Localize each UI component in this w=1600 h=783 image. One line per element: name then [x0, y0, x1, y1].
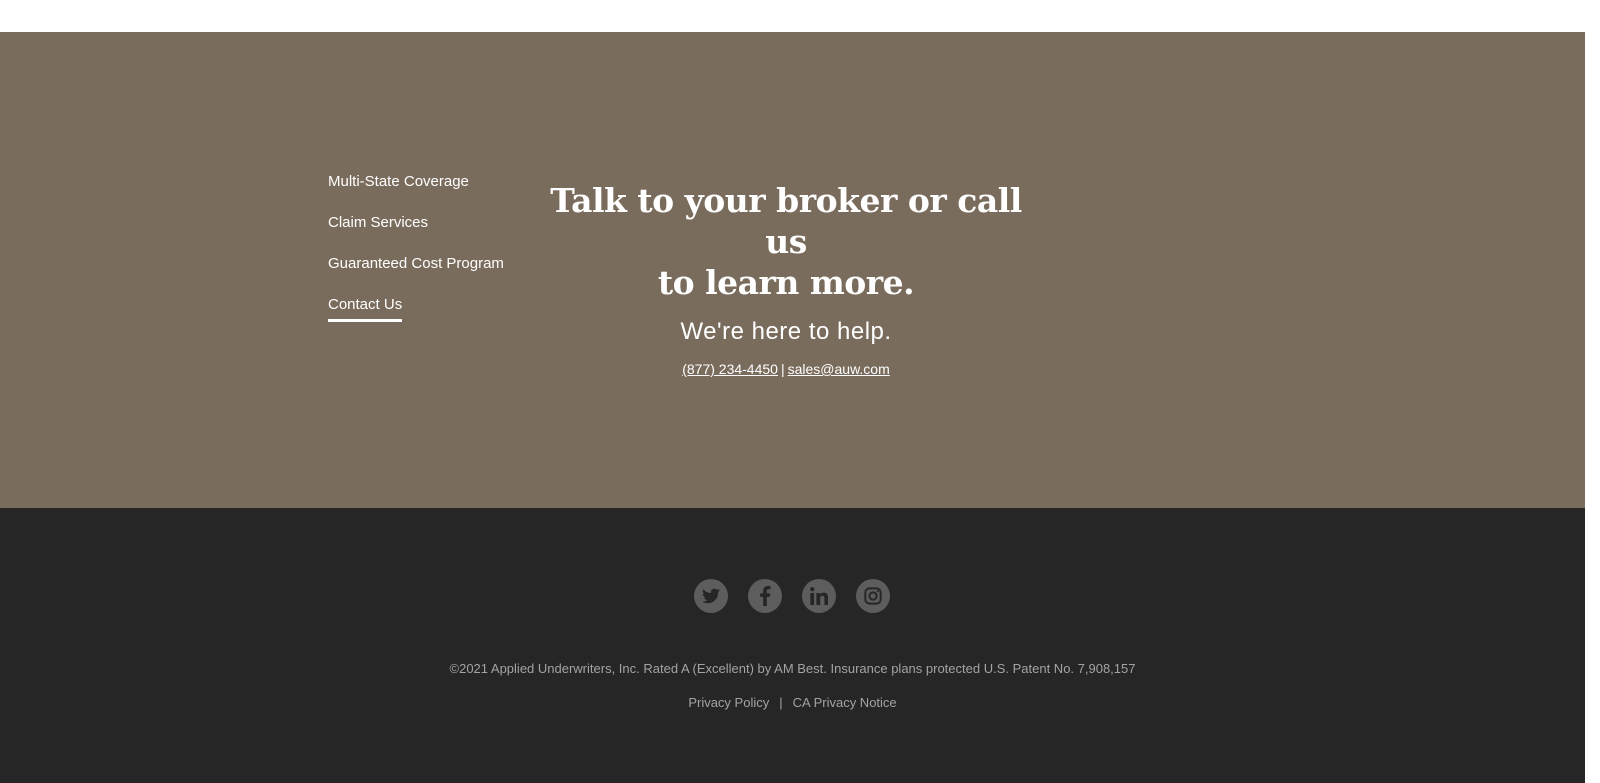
contact-separator: |	[780, 361, 785, 377]
privacy-policy-link[interactable]: Privacy Policy	[688, 695, 769, 710]
footer-nav: Multi-State Coverage Claim Services Guar…	[328, 170, 504, 334]
legal-separator: |	[779, 695, 783, 710]
cta-headline: Talk to your broker or call us to learn …	[536, 180, 1036, 303]
footer-nav-item: Contact Us	[328, 293, 504, 334]
page: Multi-State Coverage Claim Services Guar…	[0, 0, 1600, 783]
social-links	[694, 579, 890, 613]
nav-link-guaranteed-cost-program[interactable]: Guaranteed Cost Program	[328, 252, 504, 278]
top-strip	[0, 0, 1600, 32]
twitter-button[interactable]	[694, 579, 728, 613]
contact-cta: Talk to your broker or call us to learn …	[536, 180, 1036, 379]
footer-nav-item: Multi-State Coverage	[328, 170, 504, 211]
instagram-icon	[864, 587, 882, 605]
footer-nav-item: Claim Services	[328, 211, 504, 252]
linkedin-icon	[810, 587, 828, 605]
facebook-icon	[759, 586, 771, 606]
page-scroll-gutter	[1585, 32, 1600, 783]
ca-privacy-notice-link[interactable]: CA Privacy Notice	[793, 695, 897, 710]
cta-subhead: We're here to help.	[680, 318, 892, 345]
nav-link-claim-services[interactable]: Claim Services	[328, 211, 428, 237]
linkedin-button[interactable]	[802, 579, 836, 613]
email-link[interactable]: sales@auw.com	[788, 361, 890, 377]
copyright-text: ©2021 Applied Underwriters, Inc. Rated A…	[449, 661, 1136, 676]
nav-link-multi-state-coverage[interactable]: Multi-State Coverage	[328, 170, 469, 196]
legal-links: Privacy Policy | CA Privacy Notice	[0, 694, 1585, 712]
footer-nav-item: Guaranteed Cost Program	[328, 252, 504, 293]
cta-headline-line2: to learn more.	[657, 263, 915, 302]
site-footer	[0, 508, 1585, 783]
cta-contact-line: (877) 234-4450 | sales@auw.com	[536, 359, 1036, 379]
facebook-button[interactable]	[748, 579, 782, 613]
nav-link-contact-us[interactable]: Contact Us	[328, 293, 403, 322]
phone-link[interactable]: (877) 234-4450	[682, 361, 778, 377]
cta-headline-line1: Talk to your broker or call us	[550, 181, 1022, 261]
instagram-button[interactable]	[856, 579, 890, 613]
twitter-icon	[702, 588, 720, 604]
